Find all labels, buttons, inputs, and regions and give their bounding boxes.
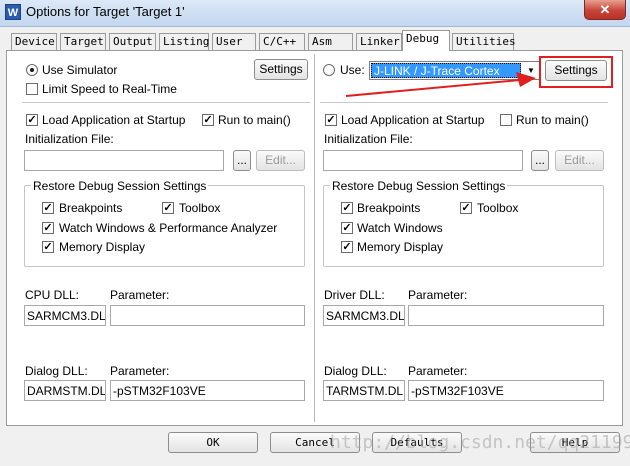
tab-device[interactable]: Device [11, 33, 57, 50]
limit-speed-checkbox[interactable] [26, 83, 38, 95]
right-run-main-checkbox[interactable] [500, 114, 512, 126]
ok-button[interactable]: OK [168, 432, 258, 453]
right-toolbox-checkbox[interactable]: ✓ [460, 202, 472, 214]
tab-utilities[interactable]: Utilities [452, 33, 516, 50]
right-init-file-label: Initialization File: [324, 132, 413, 146]
limit-speed-label: Limit Speed to Real-Time [42, 82, 177, 96]
right-breakpoints-label: Breakpoints [357, 201, 421, 215]
left-breakpoints-label: Breakpoints [59, 201, 123, 215]
left-restore-title: Restore Debug Session Settings [31, 179, 209, 193]
driver-dll-label: Driver DLL: [324, 288, 385, 302]
left-dialog-param-label: Parameter: [110, 364, 170, 378]
left-breakpoints-checkbox[interactable]: ✓ [42, 202, 54, 214]
right-run-main-label: Run to main() [516, 113, 589, 127]
left-run-main-label: Run to main() [218, 113, 291, 127]
window-title: Options for Target 'Target 1' [26, 4, 185, 19]
right-memory-checkbox[interactable]: ✓ [341, 241, 353, 253]
right-browse-button[interactable]: ... [531, 150, 549, 171]
right-breakpoints-checkbox[interactable]: ✓ [341, 202, 353, 214]
close-button[interactable]: ✕ [584, 0, 626, 20]
app-icon: W [5, 4, 21, 20]
right-dialog-param-input[interactable]: -pSTM32F103VE [408, 380, 604, 401]
right-edit-button[interactable]: Edit... [555, 150, 604, 171]
left-toolbox-label: Toolbox [179, 201, 221, 215]
left-memory-checkbox[interactable]: ✓ [42, 241, 54, 253]
cpu-dll-input[interactable]: SARMCM3.DLL [24, 305, 106, 326]
left-watch-checkbox[interactable]: ✓ [42, 222, 54, 234]
left-run-main-checkbox[interactable]: ✓ [202, 114, 214, 126]
separator [320, 102, 608, 103]
left-dialog-dll-input[interactable]: DARMSTM.DLL [24, 380, 106, 401]
tab-linker[interactable]: Linker [356, 33, 402, 50]
left-watch-label: Watch Windows & Performance Analyzer [59, 221, 278, 235]
driver-param-label: Parameter: [408, 288, 468, 302]
right-watch-checkbox[interactable]: ✓ [341, 222, 353, 234]
tab-target[interactable]: Target [60, 33, 106, 50]
cpu-param-input[interactable] [110, 305, 305, 326]
tab-debug[interactable]: Debug [402, 30, 450, 51]
use-simulator-label: Use Simulator [42, 63, 118, 77]
tab-listing[interactable]: Listing [159, 33, 209, 50]
separator [22, 102, 310, 103]
right-toolbox-label: Toolbox [477, 201, 519, 215]
driver-dll-input[interactable]: SARMCM3.DLL [323, 305, 405, 326]
left-init-file-label: Initialization File: [25, 132, 114, 146]
driver-param-input[interactable] [408, 305, 604, 326]
left-edit-button[interactable]: Edit... [256, 150, 305, 171]
use-driver-radio[interactable] [323, 64, 335, 76]
tab-c-cpp[interactable]: C/C++ [259, 33, 305, 50]
right-memory-label: Memory Display [357, 240, 444, 254]
right-dialog-dll-input[interactable]: TARMSTM.DLL [323, 380, 405, 401]
right-init-file-input[interactable] [323, 150, 523, 171]
left-toolbox-checkbox[interactable]: ✓ [162, 202, 174, 214]
cpu-param-label: Parameter: [110, 288, 170, 302]
right-load-app-checkbox[interactable]: ✓ [325, 114, 337, 126]
right-load-app-label: Load Application at Startup [341, 113, 485, 127]
tab-output[interactable]: Output [109, 33, 156, 50]
cpu-dll-label: CPU DLL: [25, 288, 80, 302]
annotation-arrow-icon [345, 72, 536, 97]
use-simulator-radio[interactable] [26, 64, 38, 76]
right-dialog-param-label: Parameter: [408, 364, 468, 378]
left-browse-button[interactable]: ... [233, 150, 251, 171]
tab-asm[interactable]: Asm [308, 33, 353, 50]
left-load-app-label: Load Application at Startup [42, 113, 186, 127]
right-restore-title: Restore Debug Session Settings [330, 179, 508, 193]
column-divider [314, 54, 315, 422]
left-memory-label: Memory Display [59, 240, 146, 254]
left-load-app-checkbox[interactable]: ✓ [26, 114, 38, 126]
left-dialog-dll-label: Dialog DLL: [25, 364, 88, 378]
left-dialog-param-input[interactable]: -pSTM32F103VE [110, 380, 305, 401]
tab-user[interactable]: User [212, 33, 256, 50]
watermark-text: http://blog.csdn.net/qq2119936 [330, 432, 630, 453]
right-dialog-dll-label: Dialog DLL: [324, 364, 387, 378]
annotation-highlight-box [539, 56, 613, 88]
right-watch-label: Watch Windows [357, 221, 443, 235]
left-init-file-input[interactable] [24, 150, 224, 171]
simulator-settings-button[interactable]: Settings [254, 59, 308, 80]
